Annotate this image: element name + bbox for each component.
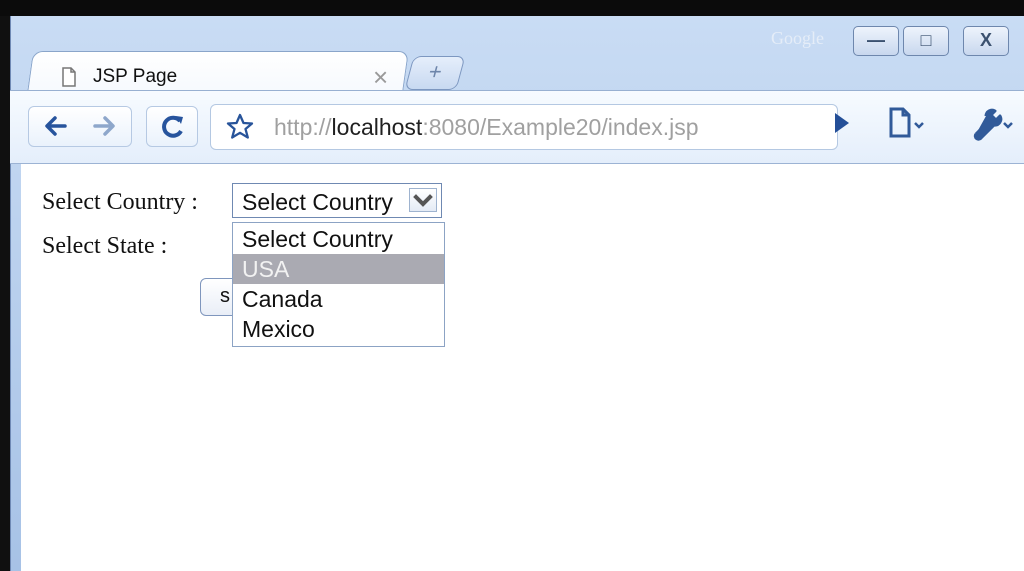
close-window-button[interactable]: X (963, 26, 1009, 56)
wrench-menu-icon[interactable] (968, 105, 1016, 148)
google-mark: Google (771, 28, 824, 48)
tab-title: JSP Page (93, 66, 178, 87)
url-host: localhost (331, 114, 423, 140)
country-dropdown-list[interactable]: Select Country USA Canada Mexico (232, 222, 445, 347)
country-option-mexico[interactable]: Mexico (233, 314, 444, 344)
back-forward-buttons[interactable] (28, 106, 132, 147)
maximize-button[interactable]: □ (903, 26, 949, 56)
new-tab-button[interactable]: + (404, 56, 466, 90)
go-arrow-icon[interactable] (833, 111, 851, 140)
tab-close-icon[interactable]: × (373, 62, 388, 93)
country-label: Select Country : (42, 189, 198, 215)
country-option-select-country[interactable]: Select Country (233, 224, 444, 254)
reload-button[interactable] (146, 106, 198, 147)
reload-icon (158, 113, 186, 146)
address-bar[interactable]: http://localhost:8080/Example20/index.js… (210, 104, 838, 150)
state-label: Select State : (42, 233, 168, 259)
country-select[interactable]: Select Country (232, 183, 442, 218)
url-scheme: http:// (274, 114, 332, 140)
page-content: Select Country : Select State : Select C… (21, 164, 1024, 571)
url-text[interactable]: http://localhost:8080/Example20/index.js… (274, 114, 699, 141)
dropdown-arrow-icon[interactable] (409, 188, 437, 212)
browser-toolbar: http://localhost:8080/Example20/index.js… (10, 90, 1024, 164)
top-black-bar (0, 0, 1024, 16)
page-icon (61, 67, 77, 87)
back-arrow-icon[interactable] (41, 112, 69, 145)
minimize-button[interactable]: — (853, 26, 899, 56)
country-select-value: Select Country (242, 189, 393, 215)
url-path: :8080/Example20/index.jsp (422, 114, 699, 140)
submit-button-label: s (220, 285, 230, 307)
bookmark-star-icon[interactable] (225, 112, 255, 147)
page-menu-icon[interactable] (885, 105, 929, 148)
forward-arrow-icon[interactable] (91, 112, 119, 145)
country-option-canada[interactable]: Canada (233, 284, 444, 314)
country-option-usa[interactable]: USA (233, 254, 444, 284)
